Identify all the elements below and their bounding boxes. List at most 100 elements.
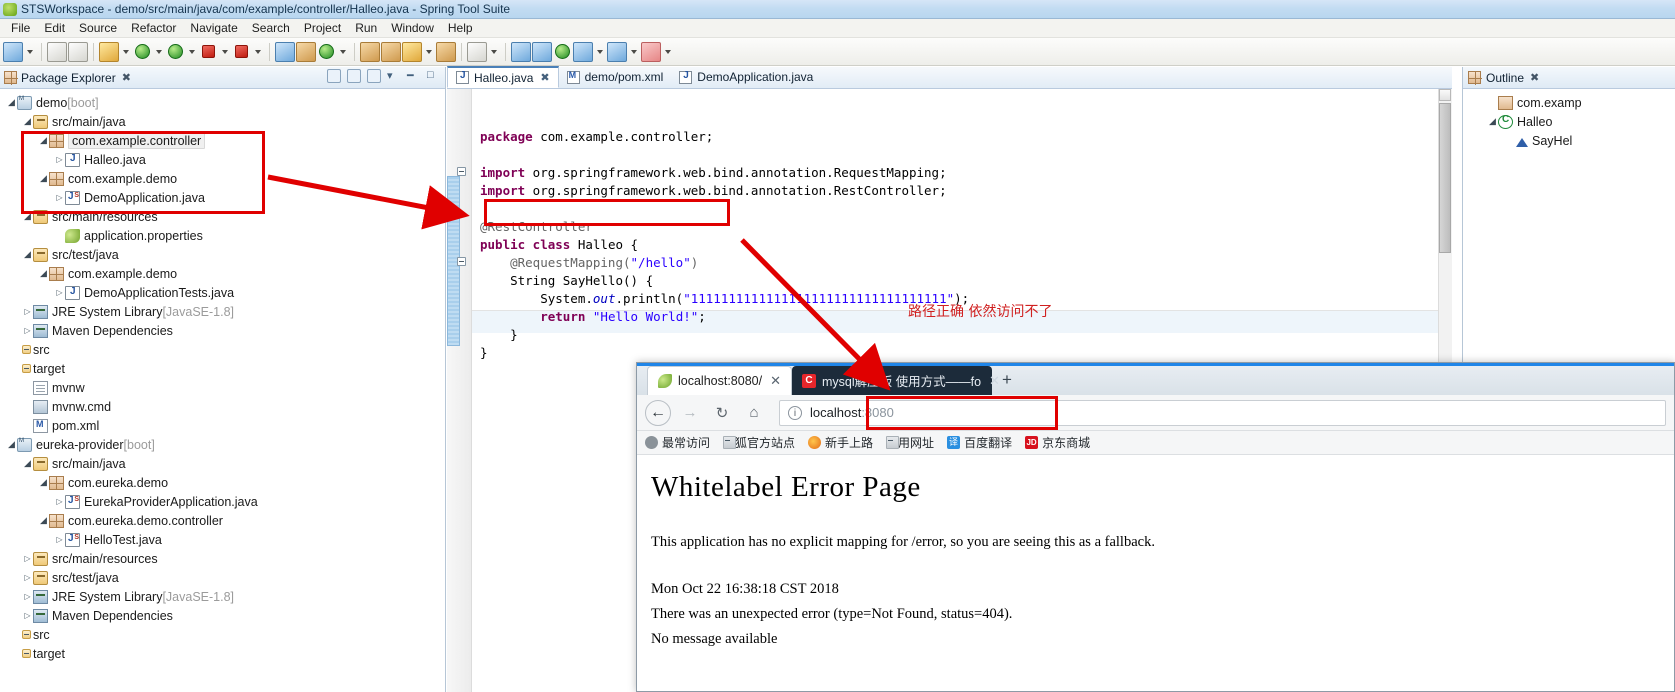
chevron-down-icon[interactable] xyxy=(27,49,33,54)
scroll-up-icon[interactable] xyxy=(1439,89,1451,101)
editor-tab-1[interactable]: demo/pom.xml xyxy=(559,66,672,88)
external-tools-icon[interactable] xyxy=(467,41,487,62)
chevron-right-icon[interactable] xyxy=(22,573,33,582)
chevron-right-icon[interactable] xyxy=(54,535,65,544)
open-type-icon[interactable] xyxy=(360,41,380,62)
view-menu-icon[interactable]: ▾ xyxy=(387,69,401,83)
focus-icon[interactable] xyxy=(367,69,381,83)
run-boot-icon[interactable] xyxy=(168,44,183,59)
tree-item[interactable]: target xyxy=(0,359,445,378)
tree-item[interactable]: HelloTest.java xyxy=(0,530,445,549)
chevron-down-icon[interactable] xyxy=(6,439,17,450)
bookmark-item[interactable]: JD 京东商城 xyxy=(1025,434,1090,451)
reload-icon[interactable]: ↻ xyxy=(709,400,735,426)
chevron-right-icon[interactable] xyxy=(22,554,33,563)
tree-item[interactable]: eureka-provider [boot] xyxy=(0,435,445,454)
outline-item[interactable]: com.examp xyxy=(1463,93,1675,112)
new-java-class-icon[interactable] xyxy=(275,41,295,62)
tree-item[interactable]: Maven Dependencies xyxy=(0,606,445,625)
browser-tab-mysql[interactable]: C mysql解压版 使用方式——fo ✕ xyxy=(792,366,1000,395)
chevron-down-icon[interactable] xyxy=(340,49,346,54)
tree-item[interactable]: src/main/java xyxy=(0,112,445,131)
link-with-editor-icon[interactable] xyxy=(347,69,361,83)
scrollbar-thumb[interactable] xyxy=(1439,103,1451,253)
search-icon[interactable] xyxy=(436,41,456,62)
chevron-down-icon[interactable] xyxy=(426,49,432,54)
outline-tree[interactable]: com.examp Halleo SayHel xyxy=(1463,89,1675,150)
tree-item[interactable]: application.properties xyxy=(0,226,445,245)
close-icon[interactable]: ✖ xyxy=(122,71,131,84)
tree-item[interactable]: src xyxy=(0,340,445,359)
chevron-down-icon[interactable] xyxy=(22,458,33,469)
menu-item-source[interactable]: Source xyxy=(72,20,124,36)
pin-editor-icon[interactable] xyxy=(641,41,661,62)
fold-collapse-icon[interactable] xyxy=(457,257,466,266)
menu-item-navigate[interactable]: Navigate xyxy=(183,20,244,36)
menu-item-run[interactable]: Run xyxy=(348,20,384,36)
close-icon[interactable]: ✖ xyxy=(1530,71,1539,84)
menu-item-refactor[interactable]: Refactor xyxy=(124,20,183,36)
tree-item[interactable]: com.example.demo xyxy=(0,264,445,283)
menu-item-file[interactable]: File xyxy=(4,20,37,36)
chevron-down-icon[interactable] xyxy=(665,49,671,54)
chevron-down-icon[interactable] xyxy=(189,49,195,54)
tree-item[interactable]: EurekaProviderApplication.java xyxy=(0,492,445,511)
minimize-icon[interactable]: ━ xyxy=(407,69,421,83)
last-edit-location-icon[interactable] xyxy=(555,44,570,59)
tree-item[interactable]: src/main/java xyxy=(0,454,445,473)
chevron-down-icon[interactable] xyxy=(123,49,129,54)
tree-item[interactable]: mvnw xyxy=(0,378,445,397)
chevron-right-icon[interactable] xyxy=(22,326,33,335)
back-icon[interactable]: ← xyxy=(645,399,671,426)
bookmark-item[interactable]: 火狐官方站点 xyxy=(723,434,795,451)
chevron-right-icon[interactable] xyxy=(22,611,33,620)
chevron-down-icon[interactable] xyxy=(38,477,49,488)
bookmark-item[interactable]: 常用网址 xyxy=(886,434,934,451)
home-icon[interactable]: ⌂ xyxy=(741,400,767,426)
chevron-down-icon[interactable] xyxy=(597,49,603,54)
editor-tab-0[interactable]: Halleo.java ✖ xyxy=(447,66,559,88)
menu-item-help[interactable]: Help xyxy=(441,20,480,36)
chevron-right-icon[interactable] xyxy=(22,307,33,316)
editor-tab-2[interactable]: DemoApplication.java xyxy=(671,66,821,88)
previous-annotation-icon[interactable] xyxy=(511,41,531,62)
chevron-down-icon[interactable] xyxy=(491,49,497,54)
outline-item[interactable]: SayHel xyxy=(1463,131,1675,150)
menu-item-edit[interactable]: Edit xyxy=(37,20,72,36)
forward-icon[interactable]: → xyxy=(677,400,703,426)
maximize-icon[interactable]: □ xyxy=(427,69,441,83)
chevron-down-icon[interactable] xyxy=(156,49,162,54)
chevron-right-icon[interactable] xyxy=(54,497,65,506)
save-icon[interactable] xyxy=(47,41,67,62)
chevron-down-icon[interactable] xyxy=(631,49,637,54)
tree-item[interactable]: Maven Dependencies xyxy=(0,321,445,340)
chevron-down-icon[interactable] xyxy=(222,49,228,54)
forward-icon[interactable] xyxy=(607,41,627,62)
close-icon[interactable]: ✕ xyxy=(989,373,1000,389)
chevron-down-icon[interactable] xyxy=(22,249,33,260)
collapse-all-icon[interactable] xyxy=(327,69,341,83)
annotate-icon[interactable] xyxy=(402,41,422,62)
browser-tab-localhost[interactable]: localhost:8080/ ✕ xyxy=(647,366,792,395)
new-wizard-icon[interactable] xyxy=(3,41,23,62)
menu-item-search[interactable]: Search xyxy=(245,20,297,36)
menu-item-window[interactable]: Window xyxy=(384,20,441,36)
tree-item[interactable]: JRE System Library [JavaSE-1.8] xyxy=(0,302,445,321)
chevron-down-icon[interactable] xyxy=(38,268,49,279)
save-all-icon[interactable] xyxy=(68,41,88,62)
terminate-icon[interactable] xyxy=(202,45,215,58)
tree-item[interactable]: com.eureka.demo xyxy=(0,473,445,492)
chevron-down-icon[interactable] xyxy=(6,97,17,108)
chevron-right-icon[interactable] xyxy=(54,288,65,297)
chevron-down-icon[interactable] xyxy=(1487,116,1498,127)
tree-item[interactable]: demo [boot] xyxy=(0,93,445,112)
outline-item[interactable]: Halleo xyxy=(1463,112,1675,131)
bookmark-item[interactable]: 最常访问 xyxy=(645,434,710,451)
debug-icon[interactable] xyxy=(99,41,119,62)
tree-item[interactable]: src/test/java xyxy=(0,245,445,264)
tree-item[interactable]: src/test/java xyxy=(0,568,445,587)
tree-item[interactable]: src xyxy=(0,625,445,644)
tree-item[interactable]: DemoApplicationTests.java xyxy=(0,283,445,302)
chevron-right-icon[interactable] xyxy=(22,592,33,601)
tree-item[interactable]: mvnw.cmd xyxy=(0,397,445,416)
